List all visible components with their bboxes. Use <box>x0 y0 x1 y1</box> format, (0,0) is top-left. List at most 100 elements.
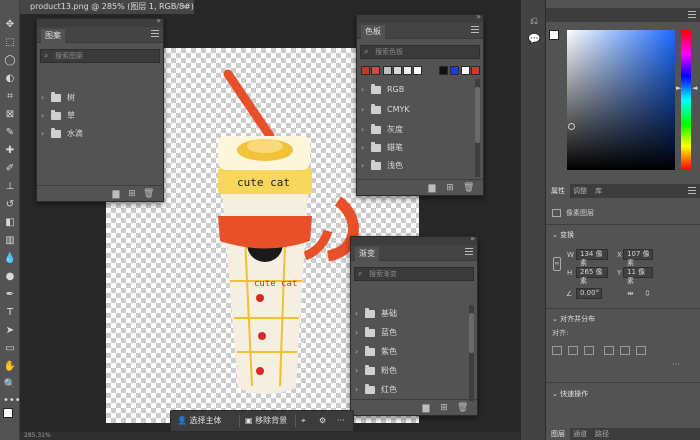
swatches-search-input[interactable]: ⌕ 搜索色板 <box>360 45 480 59</box>
flip-vertical-icon[interactable]: ⇳ <box>644 289 651 298</box>
hue-slider-right-arrow[interactable]: ◄ <box>692 84 697 92</box>
chevron-right-icon[interactable]: › <box>355 362 363 380</box>
chevron-right-icon[interactable]: › <box>361 157 369 175</box>
more-tools-icon[interactable]: ••• <box>3 394 21 408</box>
rectangle-tool-icon[interactable]: ▭ <box>3 342 17 356</box>
chevron-right-icon[interactable]: › <box>361 139 369 157</box>
settings-button[interactable]: ⚙ <box>319 411 326 431</box>
color-swatch[interactable] <box>403 66 412 75</box>
lasso-tool-icon[interactable]: ◯ <box>3 54 17 68</box>
frame-tool-icon[interactable]: ⊠ <box>3 108 17 122</box>
link-icon[interactable]: ∞ <box>553 257 561 271</box>
chevron-right-icon[interactable]: › <box>41 125 49 143</box>
foreground-color-chip[interactable] <box>549 30 559 40</box>
more-options-button[interactable]: ··· <box>337 411 345 431</box>
align-top-edges-icon[interactable] <box>604 346 614 355</box>
panel-menu-icon[interactable] <box>688 11 696 19</box>
y-input[interactable]: 11 像素 <box>623 267 653 285</box>
tab-properties[interactable]: 属性 <box>546 184 570 198</box>
tab-libraries[interactable]: 库 <box>590 184 607 198</box>
panel-collapse-icon[interactable]: » <box>156 16 161 25</box>
gradient-tool-icon[interactable]: ▥ <box>3 234 17 248</box>
marquee-tool-icon[interactable]: ⬚ <box>3 36 17 50</box>
color-swatch[interactable] <box>361 66 370 75</box>
remove-background-button[interactable]: ▣ 移除背景 <box>245 411 287 431</box>
trash-icon[interactable]: 🗑 <box>143 189 154 199</box>
swatch-group-item[interactable]: › 蜡笔 <box>361 139 473 157</box>
pen-tool-icon[interactable]: ✒ <box>3 288 17 302</box>
new-group-folder-icon[interactable]: ▆ <box>421 403 431 413</box>
angle-input[interactable]: 0.00° <box>576 288 602 299</box>
chevron-right-icon[interactable]: › <box>355 305 363 323</box>
color-swatch[interactable] <box>383 66 392 75</box>
panel-collapse-icon[interactable]: » <box>476 12 481 21</box>
eraser-tool-icon[interactable]: ◧ <box>3 216 17 230</box>
trash-icon[interactable]: 🗑 <box>463 183 474 193</box>
chevron-right-icon[interactable]: › <box>41 89 49 107</box>
tab-layers[interactable]: 图层 <box>546 428 570 440</box>
panel-menu-icon[interactable] <box>465 248 473 256</box>
move-tool-icon[interactable]: ✥ <box>3 18 17 32</box>
healing-brush-tool-icon[interactable]: ✚ <box>3 144 17 158</box>
chevron-right-icon[interactable]: › <box>361 81 369 99</box>
new-pattern-icon[interactable]: ⊞ <box>127 189 137 199</box>
width-input[interactable]: 134 像素 <box>576 249 608 267</box>
height-input[interactable]: 265 像素 <box>576 267 608 285</box>
gradients-scrollbar[interactable] <box>469 305 474 401</box>
quick-actions-section-toggle[interactable]: ⌄ 快速操作 <box>552 389 588 399</box>
align-right-edges-icon[interactable] <box>584 346 594 355</box>
panel-menu-icon[interactable] <box>471 26 479 34</box>
gradient-group-item[interactable]: › 粉色 <box>355 362 467 380</box>
color-picker-field[interactable] <box>567 30 675 170</box>
eyedropper-tool-icon[interactable]: ✎ <box>3 126 17 140</box>
close-icon[interactable]: × <box>181 0 188 14</box>
zoom-level-readout[interactable]: 285.31% <box>24 432 51 439</box>
flip-horizontal-icon[interactable]: ⇹ <box>627 289 634 298</box>
color-swatch[interactable] <box>439 66 448 75</box>
gradient-group-item[interactable]: › 蓝色 <box>355 324 467 342</box>
scrollbar-thumb[interactable] <box>475 87 480 143</box>
align-horizontal-centers-icon[interactable] <box>568 346 578 355</box>
color-swatch[interactable] <box>461 66 470 75</box>
brush-tool-icon[interactable]: ✐ <box>3 162 17 176</box>
color-picker-cursor[interactable] <box>568 123 575 130</box>
foreground-color-swatch[interactable] <box>3 408 13 418</box>
quick-selection-tool-icon[interactable]: ◐ <box>3 72 17 86</box>
history-icon[interactable]: ⎌ <box>528 16 540 28</box>
pattern-group-item[interactable]: › 树 <box>41 89 156 107</box>
gradient-group-item[interactable]: › 紫色 <box>355 343 467 361</box>
chevron-right-icon[interactable]: › <box>355 381 363 399</box>
zoom-tool-icon[interactable]: 🔍 <box>3 378 17 392</box>
hue-slider-left-arrow[interactable]: ► <box>676 84 681 92</box>
panel-menu-icon[interactable] <box>151 30 159 38</box>
x-input[interactable]: 107 像素 <box>623 249 653 267</box>
swatch-group-item[interactable]: › CMYK <box>361 101 473 119</box>
color-swatch[interactable] <box>371 66 380 75</box>
scrollbar-thumb[interactable] <box>469 313 474 353</box>
color-swatch[interactable] <box>471 66 480 75</box>
hand-tool-icon[interactable]: ✋ <box>3 360 17 374</box>
color-swatch[interactable] <box>393 66 402 75</box>
swatches-scrollbar[interactable] <box>475 79 480 177</box>
dodge-tool-icon[interactable]: ● <box>3 270 17 284</box>
more-options-icon[interactable]: ··· <box>672 360 680 369</box>
crop-tool-icon[interactable]: ⌗ <box>3 90 17 104</box>
new-gradient-icon[interactable]: ⊞ <box>439 403 449 413</box>
path-selection-tool-icon[interactable]: ➤ <box>3 324 17 338</box>
new-group-folder-icon[interactable]: ▆ <box>111 189 121 199</box>
document-tab[interactable]: product13.png @ 285% (图层 1, RGB/8#) * × <box>20 0 195 25</box>
chevron-right-icon[interactable]: › <box>355 343 363 361</box>
blur-tool-icon[interactable]: 💧 <box>3 252 17 266</box>
history-brush-tool-icon[interactable]: ↺ <box>3 198 17 212</box>
tab-paths[interactable]: 路径 <box>590 428 614 440</box>
chevron-right-icon[interactable]: › <box>355 324 363 342</box>
transform-section-toggle[interactable]: ⌄ 变换 <box>552 230 574 240</box>
gradient-group-item[interactable]: › 基础 <box>355 305 467 323</box>
swatch-group-item[interactable]: › 浅色 <box>361 157 473 175</box>
align-bottom-edges-icon[interactable] <box>636 346 646 355</box>
new-group-folder-icon[interactable]: ▆ <box>427 183 437 193</box>
color-swatch[interactable] <box>450 66 459 75</box>
gradient-group-item[interactable]: › 红色 <box>355 381 467 399</box>
align-left-edges-icon[interactable] <box>552 346 562 355</box>
swatch-group-item[interactable]: › 灰度 <box>361 121 473 139</box>
